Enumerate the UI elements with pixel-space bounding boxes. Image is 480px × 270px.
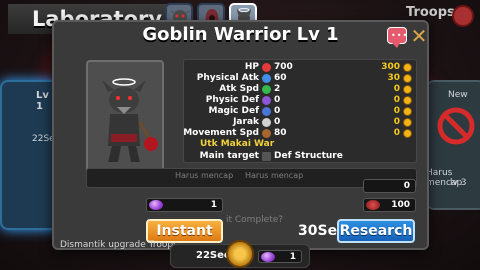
unit-portrait: [86, 60, 164, 176]
stat-label: Physic Def: [205, 95, 259, 105]
stat-bonus: 300: [381, 62, 400, 72]
stat-row-physical-atk: Physical Atk 60 30: [184, 73, 416, 84]
shield-icon: [262, 96, 271, 105]
ghost-requirement: Harus mencap: [175, 171, 234, 180]
magic-shield-icon: [262, 107, 271, 116]
cost-top-value: 0: [403, 181, 410, 191]
research-button[interactable]: Research: [337, 219, 415, 243]
stat-value: 0: [274, 95, 281, 105]
stat-label: HP: [244, 62, 259, 72]
stat-row-main-target: Main target Def Structure: [184, 151, 416, 162]
stat-label: Physical Atk: [196, 73, 259, 83]
stat-bonus: 0: [393, 106, 400, 116]
modal-title: Goblin Warrior Lv 1: [142, 24, 339, 45]
coin-icon: [403, 118, 412, 127]
complete-hint: it Complete?: [226, 215, 284, 225]
resource-cost-value: 100: [391, 200, 410, 210]
stat-row-magic-def: Magic Def 0 0: [184, 106, 416, 117]
coin-icon: [403, 96, 412, 105]
main-target-value: Def Structure: [274, 151, 343, 161]
chat-icon[interactable]: •••: [387, 27, 407, 48]
background-locked-card[interactable]: New Harus mencap lv 3: [426, 80, 480, 210]
stat-row-movement-spd: Movement Spd 80 0: [184, 128, 416, 139]
stat-bonus: 0: [393, 117, 400, 127]
cost-top-counter: 0: [363, 179, 416, 193]
stat-row-jarak: Jarak 0 0: [184, 117, 416, 128]
boot-icon: [262, 129, 271, 138]
stat-value: 60: [274, 73, 287, 83]
gem-icon: [261, 252, 275, 262]
stat-row-physic-def: Physic Def 0 0: [184, 95, 416, 106]
gem-cost-counter: 1: [146, 198, 223, 212]
bottom-gem-count: 1: [289, 252, 296, 262]
stat-value: 0: [274, 117, 281, 127]
coin-icon: [403, 63, 412, 72]
stat-row-atk-spd: Atk Spd 2 0: [184, 84, 416, 95]
stat-row-hp: HP 700 300: [184, 62, 416, 73]
stat-row-utk: Utk Makai War: [184, 139, 416, 150]
range-icon: [262, 118, 271, 127]
utk-label: Utk Makai War: [200, 139, 275, 149]
stat-bonus: 0: [393, 84, 400, 94]
gear-icon[interactable]: [226, 240, 254, 268]
unit-detail-modal: Goblin Warrior Lv 1 ••• ✕ HP 700 300 Phy…: [52, 20, 429, 250]
gem-cost-value: 1: [210, 200, 217, 210]
goblin-warrior-image: [102, 78, 158, 162]
stat-label: Magic Def: [208, 106, 259, 116]
upgrade-hint: Dismantik upgrade Troops: [60, 240, 178, 250]
main-target-label: Main target: [199, 151, 259, 161]
bg-card-requirement-level: lv 3: [450, 178, 467, 188]
stats-panel: HP 700 300 Physical Atk 60 30 Atk Spd 2 …: [183, 59, 417, 163]
stat-bonus: 0: [393, 128, 400, 138]
stat-bonus: 0: [393, 95, 400, 105]
stat-label: Movement Spd: [183, 128, 259, 138]
stat-value: 2: [274, 84, 281, 94]
stat-value: 700: [274, 62, 293, 72]
stat-bonus: 30: [387, 73, 400, 83]
coin-icon: [403, 74, 412, 83]
ghost-requirement: Harus mencap: [245, 171, 304, 180]
resource-icon: [366, 200, 380, 210]
close-icon[interactable]: ✕: [409, 26, 429, 46]
sword-icon: [262, 74, 271, 83]
coin-icon: [403, 85, 412, 94]
stat-value: 0: [274, 106, 281, 116]
background-research-card[interactable]: Lv 1 22Sec: [0, 80, 60, 230]
resource-cost-counter: 100: [363, 198, 416, 212]
troops-label: Troops: [406, 5, 455, 20]
coin-icon: [403, 107, 412, 116]
prohibited-icon: [437, 107, 475, 145]
bottom-gem-counter: 1: [258, 250, 302, 263]
bg-card-badge: New: [448, 90, 468, 100]
stat-value: 80: [274, 128, 287, 138]
coin-icon: [403, 129, 412, 138]
heart-icon: [262, 63, 271, 72]
background-close-icon[interactable]: [452, 5, 474, 27]
bolt-icon: [262, 85, 271, 94]
bottom-time: 22Sec: [196, 250, 230, 261]
stat-label: Atk Spd: [219, 84, 259, 94]
stat-label: Jarak: [233, 117, 259, 127]
target-structure-icon: [262, 152, 271, 161]
gem-icon: [149, 200, 163, 210]
